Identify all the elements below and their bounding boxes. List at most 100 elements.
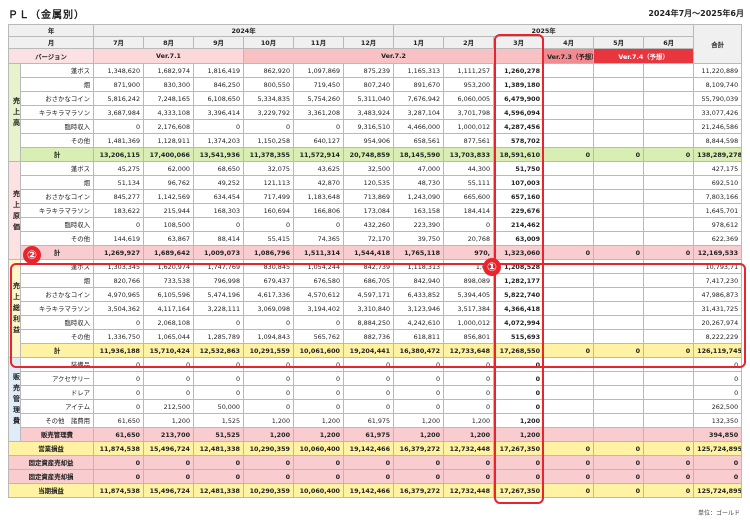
- summary-value: 10,060,400: [293, 441, 345, 456]
- table-row: アイテム 0 212,500 50,000 0 0 0 0 0 0 262,500: [9, 399, 743, 414]
- header-month: 6月: [643, 36, 695, 49]
- table-row: 売上原価蓬ボス 45,275 62,000 68,650 32,075 43,625 32,…: [8, 161, 743, 260]
- header-year-label: 年: [7, 24, 95, 37]
- row-total: 21,246,586: [693, 119, 743, 134]
- callout-box-gross-profit: [10, 263, 746, 368]
- callout-badge-2: ②: [23, 246, 41, 264]
- value-cell: [643, 63, 695, 78]
- total-value: 970,: [443, 245, 495, 260]
- value-cell: 0: [293, 385, 345, 400]
- row-total: 692,510: [693, 175, 743, 190]
- summary-value: 0: [543, 441, 595, 456]
- summary-value: 0: [143, 469, 195, 484]
- value-cell: 0: [343, 371, 395, 386]
- summary-label: 営業損益: [7, 441, 95, 456]
- value-cell: 55,111: [443, 175, 495, 190]
- value-cell: 5,311,040: [343, 91, 395, 106]
- value-cell: 0: [193, 119, 245, 134]
- total-value: 20,748,859: [343, 147, 395, 162]
- value-cell: 4,333,108: [143, 105, 195, 120]
- value-cell: 121,113: [243, 175, 295, 190]
- summary-value: 0: [93, 455, 145, 470]
- grand-total: 12,169,533: [693, 245, 743, 260]
- row-label: 臨時収入: [19, 217, 95, 232]
- summary-value: 10,060,400: [293, 483, 345, 498]
- row-label: ドレア: [19, 385, 95, 400]
- value-cell: 0: [243, 217, 295, 232]
- value-cell: 166,806: [293, 203, 345, 218]
- row-label: アクセサリー: [19, 371, 95, 386]
- total-value: 1,765,118: [393, 245, 445, 260]
- summary-value: 12,732,448: [443, 483, 495, 498]
- summary-value: 0: [593, 455, 645, 470]
- total-value: 17,400,066: [143, 147, 195, 162]
- summary-value: 0: [643, 483, 695, 498]
- value-cell: [543, 133, 595, 148]
- total-value: [543, 427, 595, 442]
- value-cell: 183,622: [93, 203, 145, 218]
- value-cell: 0: [93, 119, 145, 134]
- value-cell: 0: [393, 399, 445, 414]
- total-value: 11,378,355: [243, 147, 295, 162]
- value-cell: 0: [293, 217, 345, 232]
- row-total: 262,500: [693, 399, 743, 414]
- value-cell: 1,111,257: [443, 63, 495, 78]
- value-cell: [643, 385, 695, 400]
- row-total: 8,109,740: [693, 77, 743, 92]
- value-cell: [543, 77, 595, 92]
- summary-value: 19,142,466: [343, 441, 395, 456]
- total-value: 1,544,418: [343, 245, 395, 260]
- value-cell: 3,396,414: [193, 105, 245, 120]
- row-total: 11,220,889: [693, 63, 743, 78]
- summary-value: 0: [193, 469, 245, 484]
- value-cell: 62,000: [143, 161, 195, 176]
- value-cell: [643, 189, 695, 204]
- value-cell: [543, 217, 595, 232]
- grand-total: 394,850: [693, 427, 743, 442]
- row-label: キラキラマラソン: [19, 203, 95, 218]
- total-value: 0: [543, 245, 595, 260]
- row-total: 978,612: [693, 217, 743, 232]
- table-row: 売上高蓬ボス 1,348,620 1,682,974 1,816,419 862,920…: [8, 63, 743, 162]
- summary-value: 0: [643, 441, 695, 456]
- value-cell: 96,762: [143, 175, 195, 190]
- value-cell: 20,768: [443, 231, 495, 246]
- value-cell: [643, 217, 695, 232]
- summary-value: 0: [543, 469, 595, 484]
- value-cell: [543, 371, 595, 386]
- value-cell: 0: [243, 371, 295, 386]
- header-month: 12月: [343, 36, 395, 49]
- value-cell: [543, 161, 595, 176]
- row-label: その他 諸費用: [19, 413, 95, 428]
- value-cell: 0: [293, 399, 345, 414]
- value-cell: 3,687,984: [93, 105, 145, 120]
- total-value: 1,200: [393, 427, 445, 442]
- value-cell: 61,975: [343, 413, 395, 428]
- value-cell: 1,243,090: [393, 189, 445, 204]
- total-value: 1,086,796: [243, 245, 295, 260]
- value-cell: 1,097,869: [293, 63, 345, 78]
- version-badge: Ver.7.1: [93, 48, 245, 64]
- header-row-year: 年 2024年 2025年 合計: [7, 24, 743, 64]
- header-month: 10月: [243, 36, 295, 49]
- value-cell: 223,390: [393, 217, 445, 232]
- section-label: 販売管理費: [8, 357, 21, 442]
- row-label: 烟: [19, 77, 95, 92]
- summary-value: 0: [243, 469, 295, 484]
- value-cell: 1,128,911: [143, 133, 195, 148]
- total-value: 13,541,936: [193, 147, 245, 162]
- value-cell: 1,816,419: [193, 63, 245, 78]
- summary-value: 10,290,359: [243, 483, 295, 498]
- summary-value: 0: [143, 455, 195, 470]
- value-cell: [593, 175, 645, 190]
- value-cell: [593, 133, 645, 148]
- total-value: 0: [643, 245, 695, 260]
- value-cell: 168,303: [193, 203, 245, 218]
- row-label: 烟: [19, 175, 95, 190]
- value-cell: 6,108,650: [193, 91, 245, 106]
- total-value: 1,511,314: [293, 245, 345, 260]
- value-cell: 1,150,258: [243, 133, 295, 148]
- value-cell: 0: [443, 399, 495, 414]
- summary-value: 0: [593, 469, 645, 484]
- header-version-label: バージョン: [7, 48, 95, 64]
